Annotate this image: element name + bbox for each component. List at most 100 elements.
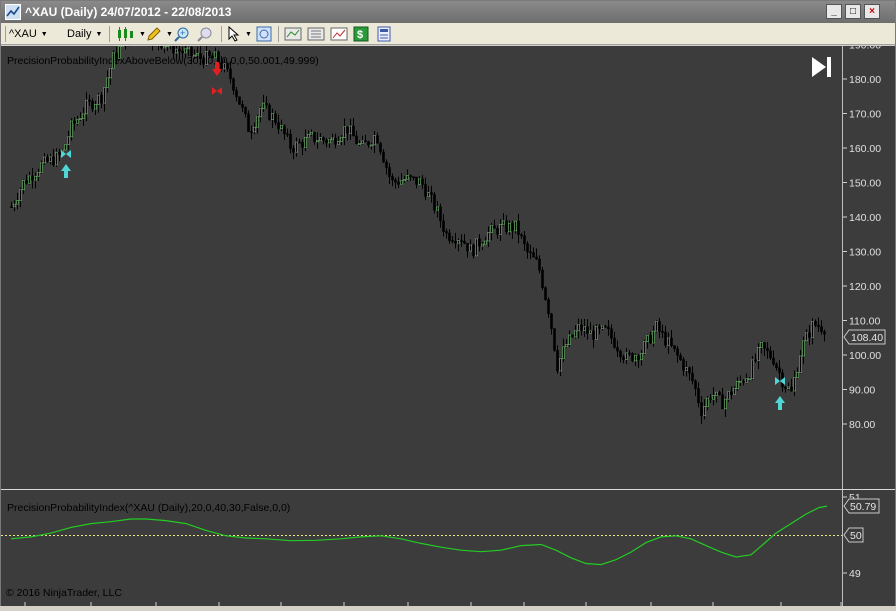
candle-body bbox=[760, 342, 763, 348]
candle-body bbox=[376, 135, 379, 144]
candle-body bbox=[505, 220, 508, 233]
candle-body bbox=[28, 175, 31, 184]
candle-body bbox=[247, 113, 250, 132]
candle-body bbox=[109, 67, 112, 79]
candle-body bbox=[451, 240, 454, 242]
candle-body bbox=[454, 240, 457, 244]
candle-body bbox=[634, 355, 637, 362]
candle-body bbox=[430, 192, 433, 195]
candle-body bbox=[508, 222, 511, 233]
candle-body bbox=[397, 181, 400, 185]
price-tick-label: 150.00 bbox=[849, 178, 881, 190]
candle-body bbox=[562, 346, 565, 359]
candle-body bbox=[667, 337, 670, 346]
chevron-down-icon: ▼ bbox=[245, 30, 252, 38]
title-bar[interactable]: ^XAU (Daily) 24/07/2012 - 22/08/2013 _ □… bbox=[1, 1, 895, 23]
current-price-marker: 108.40 bbox=[843, 329, 886, 345]
candle-body bbox=[424, 184, 427, 197]
candle-body bbox=[544, 287, 547, 300]
candle-body bbox=[343, 126, 346, 138]
zoom-in-button[interactable]: + bbox=[174, 25, 190, 43]
cursor-mode-button[interactable]: ▼ bbox=[227, 25, 252, 43]
candle-body bbox=[112, 52, 115, 69]
chevron-down-icon: ▼ bbox=[166, 30, 173, 38]
data-box-icon bbox=[256, 26, 272, 42]
candle-body bbox=[361, 140, 364, 144]
trade-performance-button[interactable]: $ bbox=[353, 25, 369, 43]
candle-body bbox=[223, 63, 226, 70]
candle-body bbox=[613, 337, 616, 348]
candle-body bbox=[352, 125, 355, 137]
candle-body bbox=[325, 139, 328, 144]
candle-body bbox=[820, 326, 823, 332]
candle-body bbox=[637, 355, 640, 361]
candle-body bbox=[466, 242, 469, 252]
candle-body bbox=[658, 321, 661, 332]
candle-body bbox=[121, 39, 124, 47]
candle-body bbox=[811, 321, 814, 338]
candle-body bbox=[796, 372, 799, 379]
indicators-button[interactable] bbox=[284, 25, 302, 43]
candle-body bbox=[166, 45, 169, 48]
candle-body bbox=[607, 326, 610, 330]
candle-body bbox=[571, 334, 574, 338]
candle-body bbox=[733, 388, 736, 396]
candlestick-icon bbox=[118, 27, 133, 41]
maximize-button[interactable]: □ bbox=[845, 4, 861, 19]
period-selector[interactable]: Daily ▼ bbox=[67, 25, 102, 43]
price-panel[interactable] bbox=[1, 46, 842, 489]
candle-body bbox=[670, 337, 673, 346]
candle-body bbox=[529, 251, 532, 254]
candle-body bbox=[697, 388, 700, 404]
candle-body bbox=[196, 53, 199, 56]
minimize-button[interactable]: _ bbox=[826, 4, 842, 19]
chevron-down-icon: ▼ bbox=[40, 30, 48, 38]
candle-body bbox=[70, 120, 73, 138]
candle-body bbox=[19, 189, 22, 201]
strategies-button[interactable] bbox=[307, 25, 325, 43]
candle-body bbox=[241, 104, 244, 108]
candle-body bbox=[694, 380, 697, 389]
candle-body bbox=[595, 326, 598, 340]
candle-body bbox=[97, 94, 100, 105]
candle-body bbox=[688, 367, 691, 374]
candle-body bbox=[301, 142, 304, 148]
candle-body bbox=[712, 395, 715, 400]
candle-body bbox=[772, 357, 775, 365]
chart-app-icon bbox=[5, 4, 21, 20]
candle-body bbox=[160, 42, 163, 49]
candle-body bbox=[340, 137, 343, 142]
candle-body bbox=[433, 194, 436, 211]
candle-body bbox=[64, 144, 67, 151]
candle-body bbox=[319, 137, 322, 142]
zoom-out-button[interactable] bbox=[197, 25, 213, 43]
chart-area[interactable]: PrecisionProbabilityIndexAboveBelow(30,4… bbox=[1, 5, 895, 606]
candle-body bbox=[13, 203, 16, 208]
candle-body bbox=[370, 144, 373, 147]
order-panel-button[interactable] bbox=[376, 25, 392, 43]
period-label: Daily bbox=[67, 28, 92, 40]
candle-body bbox=[262, 102, 265, 110]
instrument-selector[interactable]: ^XAU ▼ bbox=[9, 25, 48, 43]
candle-body bbox=[94, 104, 97, 110]
candle-body bbox=[337, 141, 340, 145]
chart-canvas[interactable]: PrecisionProbabilityIndexAboveBelow(30,4… bbox=[1, 5, 895, 606]
window-title: ^XAU (Daily) 24/07/2012 - 22/08/2013 bbox=[25, 5, 232, 19]
candle-body bbox=[271, 113, 274, 120]
chevron-down-icon: ▼ bbox=[139, 30, 146, 38]
candle-body bbox=[82, 113, 85, 119]
candle-body bbox=[292, 148, 295, 153]
candle-body bbox=[565, 344, 568, 348]
price-axis[interactable]: 200.00190.00180.00170.00160.00150.00140.… bbox=[842, 5, 881, 489]
candle-body bbox=[316, 140, 319, 143]
drawing-tools-button[interactable]: ▼ bbox=[146, 25, 173, 43]
candle-body bbox=[349, 125, 352, 134]
close-button[interactable]: × bbox=[864, 4, 880, 19]
candle-body bbox=[709, 397, 712, 400]
bar-type-button[interactable]: ▼ bbox=[115, 25, 146, 43]
chart-properties-button[interactable] bbox=[330, 25, 348, 43]
candle-body bbox=[421, 178, 424, 185]
candle-body bbox=[478, 238, 481, 247]
candle-body bbox=[559, 358, 562, 372]
data-box-button[interactable] bbox=[256, 25, 272, 43]
